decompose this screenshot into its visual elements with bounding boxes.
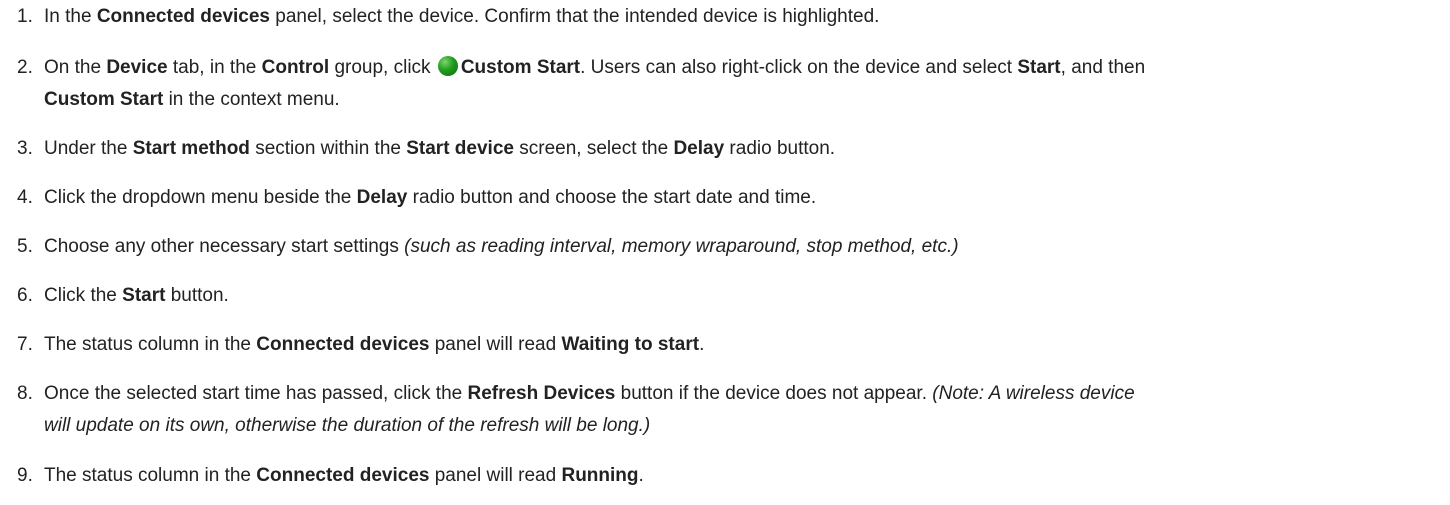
text-run: panel will read xyxy=(429,334,562,355)
bold-term: Custom Start xyxy=(44,89,164,110)
step-number: 4. xyxy=(17,187,33,208)
bold-term: Start xyxy=(1017,57,1061,78)
instruction-steps-list: 1. In the Connected devices panel, selec… xyxy=(0,1,1450,492)
text-run: In the xyxy=(44,6,97,27)
step-3: 3. Under the Start method section within… xyxy=(0,133,1450,165)
text-run: Click the dropdown menu beside the xyxy=(44,187,357,208)
text-run: button. xyxy=(165,285,229,306)
bold-term: Custom Start xyxy=(460,57,581,78)
step-number: 9. xyxy=(17,465,33,486)
step-number: 1. xyxy=(17,6,33,27)
step-2: 2. On the Device tab, in the Control gro… xyxy=(0,52,1450,116)
step-number: 3. xyxy=(17,138,33,159)
bold-term: Connected devices xyxy=(256,334,430,355)
step-1: 1. In the Connected devices panel, selec… xyxy=(0,1,1450,33)
text-run: The status column in the xyxy=(44,465,257,486)
bold-term: Delay xyxy=(356,187,408,208)
step-text: Click the Start button. xyxy=(44,285,229,306)
text-run: button if the device does not appear. xyxy=(615,383,933,404)
text-run: , and then xyxy=(1060,57,1146,78)
bold-term: Device xyxy=(106,57,168,78)
text-run: radio button. xyxy=(724,138,836,159)
italic-note: will update on its own, otherwise the du… xyxy=(44,415,651,436)
step-8: 8. Once the selected start time has pass… xyxy=(0,378,1450,442)
italic-note: (Note: A wireless device xyxy=(932,383,1135,404)
italic-note: (such as reading interval, memory wrapar… xyxy=(404,236,959,257)
text-run: in the context menu. xyxy=(163,89,340,110)
bold-term: Start device xyxy=(406,138,514,159)
step-text: In the Connected devices panel, select t… xyxy=(44,6,879,27)
step-number: 6. xyxy=(17,285,33,306)
text-run: Under the xyxy=(44,138,133,159)
green-circle-icon xyxy=(437,56,458,76)
step-6: 6. Click the Start button. xyxy=(0,280,1450,312)
bold-term: Waiting to start xyxy=(561,334,700,355)
step-number: 8. xyxy=(17,383,33,404)
text-run: radio button and choose the start date a… xyxy=(407,187,817,208)
bold-term: Delay xyxy=(673,138,725,159)
text-run: screen, select the xyxy=(513,138,674,159)
step-4: 4. Click the dropdown menu beside the De… xyxy=(0,182,1450,214)
bold-term: Running xyxy=(561,465,639,486)
step-number: 7. xyxy=(17,334,33,355)
text-run: Click the xyxy=(44,285,123,306)
text-run: . xyxy=(638,465,644,486)
step-text: Choose any other necessary start setting… xyxy=(44,236,959,257)
text-run: On the xyxy=(44,57,107,78)
step-number: 5. xyxy=(17,236,33,257)
text-run: group, click xyxy=(329,57,436,78)
text-run: Choose any other necessary start setting… xyxy=(44,236,405,257)
text-run: . xyxy=(699,334,705,355)
text-run: The status column in the xyxy=(44,334,257,355)
text-run: tab, in the xyxy=(167,57,262,78)
text-run: Once the selected start time has passed,… xyxy=(44,383,468,404)
bold-term: Connected devices xyxy=(96,6,270,27)
bold-term: Start method xyxy=(132,138,250,159)
step-number: 2. xyxy=(17,57,33,78)
step-text: The status column in the Connected devic… xyxy=(44,465,644,486)
step-text: The status column in the Connected devic… xyxy=(44,334,704,355)
text-run: panel, select the device. Confirm that t… xyxy=(270,6,880,27)
step-text: Under the Start method section within th… xyxy=(44,138,835,159)
bold-term: Start xyxy=(122,285,166,306)
step-text: Click the dropdown menu beside the Delay… xyxy=(44,187,816,208)
step-text: On the Device tab, in the Control group,… xyxy=(44,56,1146,110)
step-text: Once the selected start time has passed,… xyxy=(44,383,1135,436)
bold-term: Control xyxy=(261,57,330,78)
step-7: 7. The status column in the Connected de… xyxy=(0,329,1450,361)
text-run: section within the xyxy=(249,138,407,159)
text-run: . Users can also right-click on the devi… xyxy=(580,57,1018,78)
bold-term: Connected devices xyxy=(256,465,430,486)
text-run: panel will read xyxy=(429,465,562,486)
step-9: 9. The status column in the Connected de… xyxy=(0,460,1450,492)
bold-term: Refresh Devices xyxy=(467,383,616,404)
step-5: 5. Choose any other necessary start sett… xyxy=(0,231,1450,263)
